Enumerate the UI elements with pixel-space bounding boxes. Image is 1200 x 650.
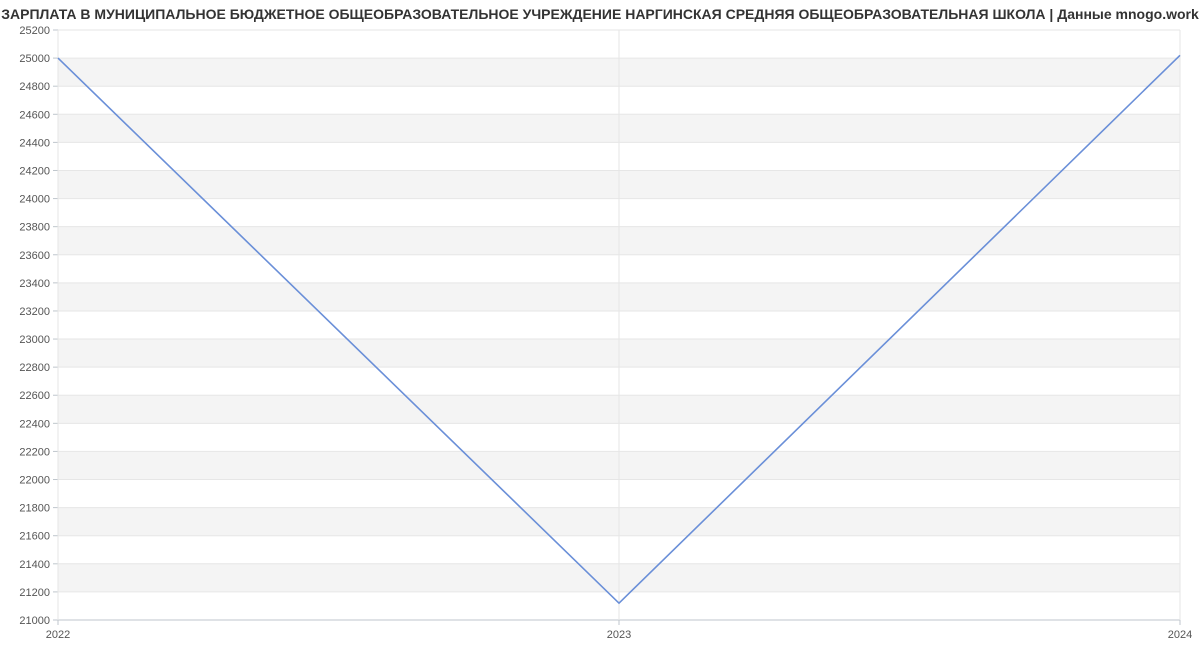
y-tick-label: 22400 (19, 418, 50, 430)
y-tick-label: 23800 (19, 222, 50, 234)
chart-container: ЗАРПЛАТА В МУНИЦИПАЛЬНОЕ БЮДЖЕТНОЕ ОБЩЕО… (0, 0, 1200, 650)
y-tick-label: 21400 (19, 559, 50, 571)
y-tick-label: 23000 (19, 334, 50, 346)
y-tick-label: 24000 (19, 194, 50, 206)
y-tick-label: 24600 (19, 109, 50, 121)
y-tick-label: 21800 (19, 503, 50, 515)
y-tick-label: 21000 (19, 615, 50, 627)
y-tick-label: 25200 (19, 25, 50, 37)
x-tick-label: 2023 (607, 629, 631, 641)
y-tick-label: 22800 (19, 362, 50, 374)
y-tick-label: 25000 (19, 53, 50, 65)
y-tick-label: 22000 (19, 475, 50, 487)
x-tick-label: 2022 (46, 629, 70, 641)
y-tick-label: 21600 (19, 531, 50, 543)
y-tick-label: 23200 (19, 306, 50, 318)
y-tick-label: 21200 (19, 587, 50, 599)
x-tick-label: 2024 (1168, 629, 1192, 641)
chart-svg: 21000 21200 21400 21600 21800 22000 22200 22400… (0, 0, 1200, 650)
y-tick-label: 22600 (19, 390, 50, 402)
y-tick-label: 24800 (19, 81, 50, 93)
y-tick-label: 22200 (19, 446, 50, 458)
y-tick-label: 23600 (19, 250, 50, 262)
y-tick-label: 24200 (19, 165, 50, 177)
y-tick-label: 23400 (19, 278, 50, 290)
chart-title: ЗАРПЛАТА В МУНИЦИПАЛЬНОЕ БЮДЖЕТНОЕ ОБЩЕО… (0, 6, 1200, 22)
y-tick-label: 24400 (19, 137, 50, 149)
